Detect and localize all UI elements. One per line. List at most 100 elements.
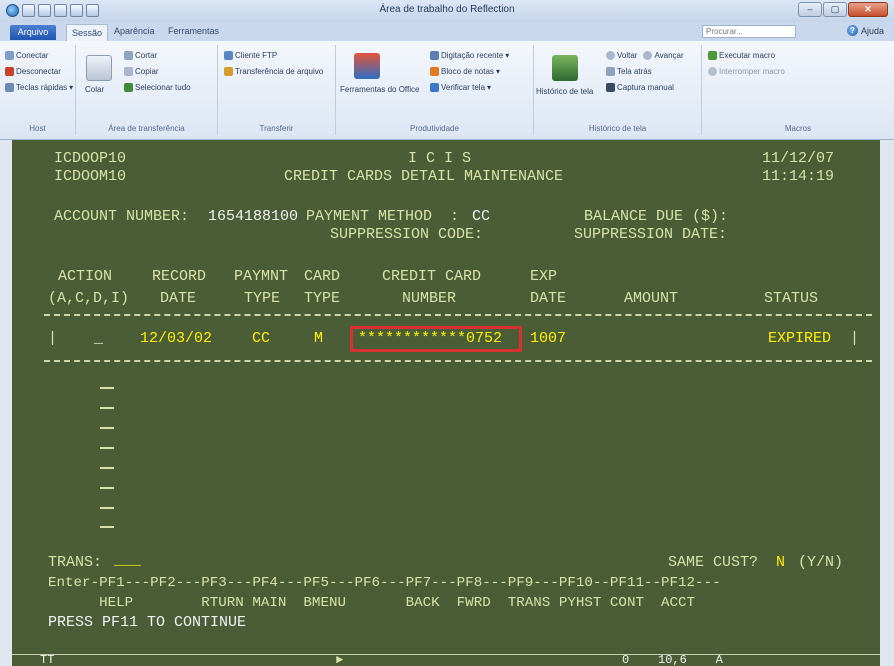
keyboard-icon [5,83,14,92]
back-icon [606,51,615,60]
screen-history-label[interactable]: Histórico de tela [536,87,593,96]
tab-session[interactable]: Sessão [66,24,109,41]
pf-key-line: Enter-PF1---PF2---PF3---PF4---PF5---PF6-… [48,575,721,591]
disconnect-icon [5,67,14,76]
header-record: RECORD [152,268,207,285]
recent-typing-button[interactable]: Digitação recente ▾ [430,51,509,60]
forward-label[interactable]: Avançar [654,51,683,60]
stop-macro-icon [708,67,717,76]
ribbon-group-transfer: Cliente FTP Transferência de arquivo Tra… [218,45,336,135]
help-button[interactable]: ? Ajuda [846,25,884,36]
screens-button[interactable]: Tela atrás [606,67,652,76]
select-all-icon [124,83,133,92]
tab-appearance[interactable]: Aparência [114,26,155,36]
program-id-2: ICDOOM10 [54,168,127,185]
screen-history-icon[interactable] [552,55,578,81]
header-record-date: DATE [160,290,197,307]
group-label-productivity: Produtividade [410,124,459,133]
header-card-type: TYPE [304,290,341,307]
status-indicator: ► [336,653,344,666]
group-label-host: Host [29,124,46,133]
trans-input[interactable]: ___ [114,552,141,570]
paste-icon[interactable] [86,55,112,81]
forward-icon[interactable] [643,51,653,60]
search-input[interactable]: Procurar... [702,25,796,38]
manual-capture-label: Captura manual [617,83,674,92]
scissors-icon [124,51,133,60]
empty-action-field-8[interactable] [100,526,114,528]
cut-button[interactable]: Cortar [124,51,157,60]
ftp-client-button[interactable]: Cliente FTP [224,51,277,60]
tab-file[interactable]: Arquivo [10,25,56,40]
header-card-number: NUMBER [402,290,457,307]
office-tools-icon[interactable] [354,53,380,79]
maximize-button[interactable]: ▢ [823,2,847,17]
minimize-button[interactable]: – [798,2,822,17]
close-button[interactable]: ✕ [848,2,888,17]
header-card: CARD [304,268,341,285]
ftp-icon [224,51,233,60]
suppression-date-label: SUPPRESSION DATE: [574,226,728,243]
chevron-down-icon: ▾ [495,67,500,76]
screen-time: 11:14:19 [762,168,835,185]
manual-capture-button[interactable]: Captura manual [606,83,674,92]
window-controls: – ▢ ✕ [798,2,888,17]
back-button[interactable]: Voltar Avançar [606,51,684,60]
title-bar: Área de trabalho do Reflection – ▢ ✕ [0,0,894,23]
disconnect-label: Desconectar [16,67,61,76]
connect-button[interactable]: Conectar [5,51,48,60]
file-transfer-icon [224,67,233,76]
stop-macro-button[interactable]: Interromper macro [708,67,785,76]
copy-button[interactable]: Copiar [124,67,159,76]
spell-check-button[interactable]: Verificar tela ▾ [430,83,491,92]
cut-label: Cortar [135,51,158,60]
empty-action-field-4[interactable] [100,447,114,449]
header-status: STATUS [764,290,819,307]
balance-due-label: BALANCE DUE ($): [584,208,729,225]
trans-label: TRANS: [48,554,103,571]
screen-title: CREDIT CARDS DETAIL MAINTENANCE [284,168,564,185]
tab-tools[interactable]: Ferramentas [168,26,219,36]
row-action-input[interactable]: _ [94,330,103,348]
ribbon-group-host: Conectar Desconectar Teclas rápidas ▾ Ho… [0,45,76,135]
notes-button[interactable]: Bloco de notas ▾ [430,67,500,76]
office-tools-label[interactable]: Ferramentas do Office [340,85,419,94]
terminal-screen[interactable]: ICDOOP10 ICDOOM10 I C I S CREDIT CARDS D… [12,140,880,666]
spell-check-icon [430,83,439,92]
chevron-down-icon: ▾ [505,51,510,60]
empty-action-field-6[interactable] [100,487,114,489]
run-macro-label: Executar macro [719,51,776,60]
empty-action-field-5[interactable] [100,467,114,469]
run-macro-icon [708,51,717,60]
quick-keys-button[interactable]: Teclas rápidas ▾ [5,83,73,92]
run-macro-button[interactable]: Executar macro [708,51,775,60]
header-payment-type: TYPE [244,290,281,307]
header-exp-date: DATE [530,290,567,307]
copy-icon [124,67,133,76]
empty-action-field-3[interactable] [100,427,114,429]
empty-action-field-1[interactable] [100,387,114,389]
camera-icon [606,83,615,92]
help-label: Ajuda [860,25,884,36]
select-all-button[interactable]: Selecionar tudo [124,83,191,92]
disconnect-button[interactable]: Desconectar [5,67,61,76]
connect-label: Conectar [16,51,49,60]
chevron-down-icon: ▾ [487,83,492,92]
file-transfer-button[interactable]: Transferência de arquivo [224,67,323,76]
empty-action-field-7[interactable] [100,507,114,509]
suppression-code-label: SUPPRESSION CODE: [330,226,484,243]
file-transfer-label: Transferência de arquivo [235,67,324,76]
row-record-date: 12/03/02 [140,330,213,347]
same-cust-input[interactable]: N [776,554,785,572]
quick-keys-label: Teclas rápidas [16,83,68,92]
operator-info-area: TT ► 0 10,6 A [12,653,880,666]
same-cust-label: SAME CUST? [668,554,759,571]
card-number-highlight-box [350,326,522,352]
payment-method-label: PAYMENT METHOD : [306,208,460,225]
row-card-type: M [314,330,324,347]
recent-typing-icon [430,51,439,60]
ribbon: Conectar Desconectar Teclas rápidas ▾ Ho… [0,41,894,140]
empty-action-field-2[interactable] [100,407,114,409]
status-left: TT [40,653,55,666]
paste-label[interactable]: Colar [85,85,104,94]
